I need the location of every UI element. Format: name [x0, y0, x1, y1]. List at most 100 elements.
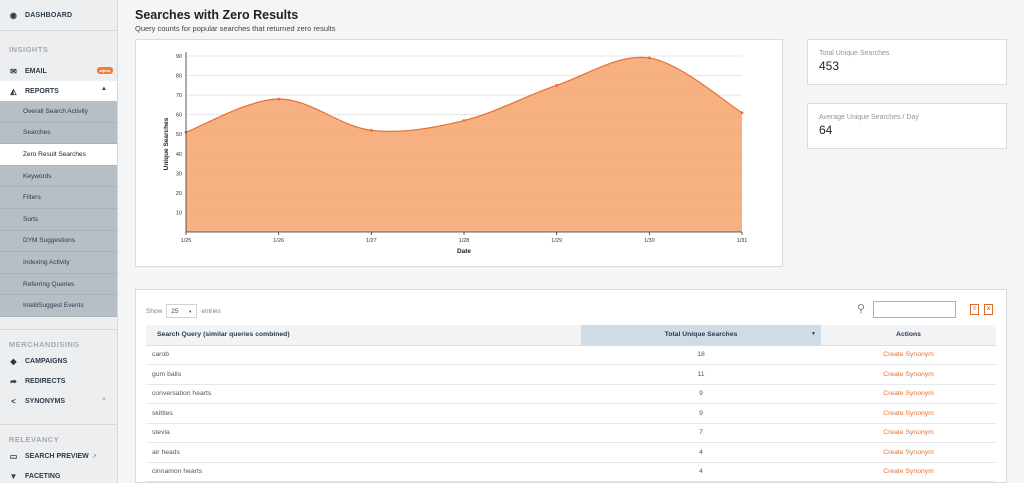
table-row: air heads 4 Create Synonym	[146, 442, 996, 463]
entries-value: 25	[171, 307, 179, 315]
stat-average-label: Average Unique Searches / Day	[819, 114, 919, 121]
section-relevancy: RELEVANCY	[9, 434, 60, 444]
x-tick-label: 1/27	[366, 238, 377, 244]
funnel-icon: ▼	[9, 472, 18, 482]
data-point	[462, 119, 466, 122]
reports-submenu: Overall Search Activity Searches Zero Re…	[0, 101, 117, 317]
sort-desc-icon: ▼	[811, 331, 816, 337]
chevron-down-icon: ▼	[188, 308, 193, 314]
x-tick-label: 1/26	[273, 238, 284, 244]
page-title: Searches with Zero Results	[135, 8, 299, 22]
table-row: carob 18 Create Synonym	[146, 345, 996, 365]
report-item-referring[interactable]: Referring Queries	[0, 274, 117, 296]
x-axis-label: Date	[457, 248, 471, 255]
create-synonym-link[interactable]: Create Synonym	[821, 442, 996, 463]
nav-search-preview[interactable]: ▭ SEARCH PREVIEW ↗	[0, 447, 117, 467]
row-query: air heads	[146, 442, 581, 463]
y-tick-label: 60	[176, 113, 182, 119]
x-tick-label: 1/31	[737, 238, 748, 244]
col-search-query[interactable]: Search Query (similar queries combined)	[146, 325, 581, 346]
export-csv-icon[interactable]: ≡	[970, 304, 979, 315]
create-synonym-link[interactable]: Create Synonym	[821, 364, 996, 385]
x-tick-label: 1/29	[551, 238, 562, 244]
nav-email[interactable]: ✉ EMAIL alpha	[0, 61, 117, 81]
table-card: Show 25 ▼ entries ⚲ ≡ x Search Query (si…	[135, 289, 1007, 483]
zero-results-table: Search Query (similar queries combined) …	[146, 325, 996, 482]
row-query: cinnamon hearts	[146, 462, 581, 482]
data-point	[647, 56, 651, 60]
row-count: 4	[581, 462, 821, 482]
report-item-overall[interactable]: Overall Search Activity	[0, 101, 117, 123]
laptop-icon: ▭	[9, 452, 18, 462]
y-tick-label: 40	[176, 152, 182, 158]
page-subtitle: Query counts for popular searches that r…	[135, 24, 336, 33]
chevron-down-icon: ▼	[101, 396, 107, 403]
x-tick-label: 1/25	[181, 238, 192, 244]
stat-average-value: 64	[819, 123, 833, 137]
col-total-unique[interactable]: Total Unique Searches ▼	[581, 325, 821, 346]
create-synonym-link[interactable]: Create Synonym	[821, 403, 996, 424]
zero-results-chart: 10 20 30 40 50 60 70 80 90 1/25 1/26 1/27 1/28 1/29 1/…	[163, 52, 748, 255]
nav-synonyms[interactable]: < SYNONYMS ▼	[0, 392, 117, 412]
search-icon: ⚲	[857, 303, 866, 315]
row-count: 18	[581, 345, 821, 365]
external-link-icon: ↗	[91, 454, 97, 461]
report-item-zero-results[interactable]: Zero Result Searches	[0, 144, 117, 166]
report-item-filters[interactable]: Filters	[0, 187, 117, 209]
table-row: skittles 9 Create Synonym	[146, 403, 996, 424]
share-nodes-icon: <	[11, 397, 16, 407]
share-arrow-icon: ➦	[10, 377, 17, 387]
nav-reports[interactable]: ◭ REPORTS ▲	[0, 81, 117, 101]
report-item-indexing[interactable]: Indexing Activity	[0, 252, 117, 274]
report-item-keywords[interactable]: Keywords	[0, 166, 117, 188]
tag-icon: ◆	[10, 357, 17, 367]
table-row: cinnamon hearts 4 Create Synonym	[146, 462, 996, 482]
stat-total-unique: Total Unique Searches 453	[807, 39, 1007, 85]
envelope-icon: ✉	[10, 66, 17, 76]
section-merchandising: MERCHANDISING	[9, 339, 80, 349]
nav-faceting[interactable]: ▼ FACETING	[0, 467, 117, 483]
show-label: Show	[146, 307, 163, 315]
series-area	[186, 57, 742, 233]
area-chart-icon: ◭	[10, 86, 17, 96]
dashboard-icon: ◉	[9, 10, 18, 20]
col-actions: Actions	[821, 325, 996, 346]
create-synonym-link[interactable]: Create Synonym	[821, 384, 996, 404]
table-search-input[interactable]	[873, 301, 956, 318]
alpha-badge: alpha	[96, 67, 113, 74]
create-synonym-link[interactable]: Create Synonym	[821, 345, 996, 365]
report-item-sorts[interactable]: Sorts	[0, 209, 117, 231]
create-synonym-link[interactable]: Create Synonym	[821, 462, 996, 482]
nav-redirects[interactable]: ➦ REDIRECTS	[0, 372, 117, 392]
report-item-intellisuggest[interactable]: IntelliSuggest Events	[0, 295, 117, 317]
report-item-dym[interactable]: DYM Suggestions	[0, 231, 117, 253]
y-tick-label: 10	[176, 210, 182, 216]
x-tick-label: 1/30	[644, 238, 655, 244]
report-item-searches[interactable]: Searches	[0, 123, 117, 145]
nav-redirects-label: REDIRECTS	[25, 378, 66, 386]
nav-campaigns[interactable]: ◆ CAMPAIGNS	[0, 352, 117, 372]
y-tick-label: 70	[176, 93, 182, 99]
x-tick-label: 1/28	[459, 238, 470, 244]
data-point	[740, 111, 744, 115]
create-synonym-link[interactable]: Create Synonym	[821, 423, 996, 443]
entries-label: entries	[201, 307, 221, 315]
main-content: Searches with Zero Results Query counts …	[118, 0, 1024, 483]
table-row: stevia 7 Create Synonym	[146, 423, 996, 443]
nav-dashboard-label: DASHBOARD	[25, 11, 73, 19]
y-tick-label: 20	[176, 191, 182, 197]
sidebar: ◉ DASHBOARD INSIGHTS ✉ EMAIL alpha ◭ REP…	[0, 0, 118, 483]
row-query: gum balls	[146, 364, 581, 385]
nav-synonyms-label: SYNONYMS	[25, 398, 66, 406]
row-count: 9	[581, 384, 821, 404]
entries-select[interactable]: 25 ▼	[166, 304, 198, 318]
export-excel-icon[interactable]: x	[984, 304, 993, 315]
row-count: 7	[581, 423, 821, 443]
nav-dashboard[interactable]: ◉ DASHBOARD	[0, 0, 117, 30]
row-query: conversation hearts	[146, 384, 581, 404]
table-row: gum balls 11 Create Synonym	[146, 364, 996, 385]
caret-up-icon: ▲	[101, 86, 107, 92]
nav-faceting-label: FACETING	[25, 473, 61, 481]
y-tick-label: 80	[176, 74, 182, 80]
y-tick-label: 90	[176, 54, 182, 60]
